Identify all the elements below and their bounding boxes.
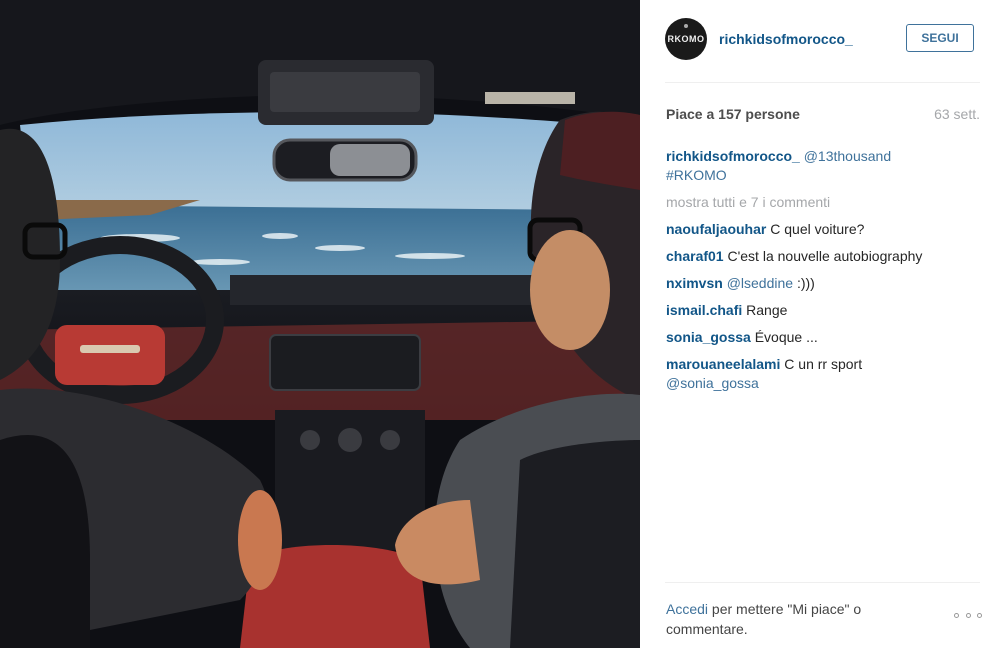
likes-count[interactable]: Piace a 157 persone — [666, 106, 800, 122]
comment-mention[interactable]: @sonia_gossa — [666, 375, 759, 391]
post-time[interactable]: 63 sett. — [934, 106, 980, 122]
comment-user[interactable]: nximvsn — [666, 275, 723, 291]
comment-user[interactable]: ismail.chafi — [666, 302, 742, 318]
avatar-dot-icon — [684, 24, 688, 28]
footer-divider — [665, 582, 980, 583]
comment-text: :))) — [793, 275, 815, 291]
comment-user[interactable]: naoufaljaouhar — [666, 221, 766, 237]
comment-item: marouaneelalami C un rr sport @sonia_gos… — [666, 355, 966, 393]
comment-text: C quel voiture? — [770, 221, 865, 237]
dot-icon — [977, 612, 982, 618]
header-divider — [665, 82, 980, 83]
comment-user[interactable]: sonia_gossa — [666, 329, 751, 345]
comment-item: charaf01 C'est la nouvelle autobiography — [666, 247, 966, 266]
dot-icon — [954, 612, 959, 618]
comment-item: sonia_gossa Évoque ... — [666, 328, 966, 347]
more-options-icon[interactable] — [954, 610, 982, 620]
login-link[interactable]: Accedi — [666, 601, 708, 617]
post-photo[interactable] — [0, 0, 640, 648]
show-all-comments-link[interactable]: mostra tutti e 7 i commenti — [666, 193, 966, 212]
car-interior-photo — [0, 0, 640, 648]
comment-text: Évoque ... — [754, 329, 818, 345]
comment-user[interactable]: charaf01 — [666, 248, 724, 264]
comment-user[interactable]: marouaneelalami — [666, 356, 780, 372]
comment-text: C'est la nouvelle autobiography — [727, 248, 923, 264]
comment-mention[interactable]: @lseddine — [727, 275, 793, 291]
post-username[interactable]: richkidsofmorocco_ — [719, 31, 853, 47]
comment-item: naoufaljaouhar C quel voiture? — [666, 220, 966, 239]
caption-hashtag[interactable]: #RKOMO — [666, 167, 727, 183]
dot-icon — [965, 612, 971, 618]
login-prompt: Accedi per mettere "Mi piace" o commenta… — [666, 599, 931, 639]
post-sidebar: RKOMO richkidsofmorocco_ SEGUI Piace a 1… — [640, 0, 990, 648]
comments-list: richkidsofmorocco_ @13thousand #RKOMO mo… — [666, 147, 966, 401]
post-header: RKOMO richkidsofmorocco_ SEGUI — [665, 18, 982, 64]
caption-user[interactable]: richkidsofmorocco_ — [666, 148, 800, 164]
comment-item: ismail.chafi Range — [666, 301, 966, 320]
avatar-label: RKOMO — [667, 34, 705, 44]
comment-item: nximvsn @lseddine :))) — [666, 274, 966, 293]
comment-text: C un rr sport — [784, 356, 863, 372]
avatar[interactable]: RKOMO — [665, 18, 707, 60]
caption: richkidsofmorocco_ @13thousand #RKOMO — [666, 147, 966, 185]
follow-button[interactable]: SEGUI — [906, 24, 974, 52]
comment-text: Range — [746, 302, 788, 318]
caption-mention[interactable]: @13thousand — [804, 148, 891, 164]
